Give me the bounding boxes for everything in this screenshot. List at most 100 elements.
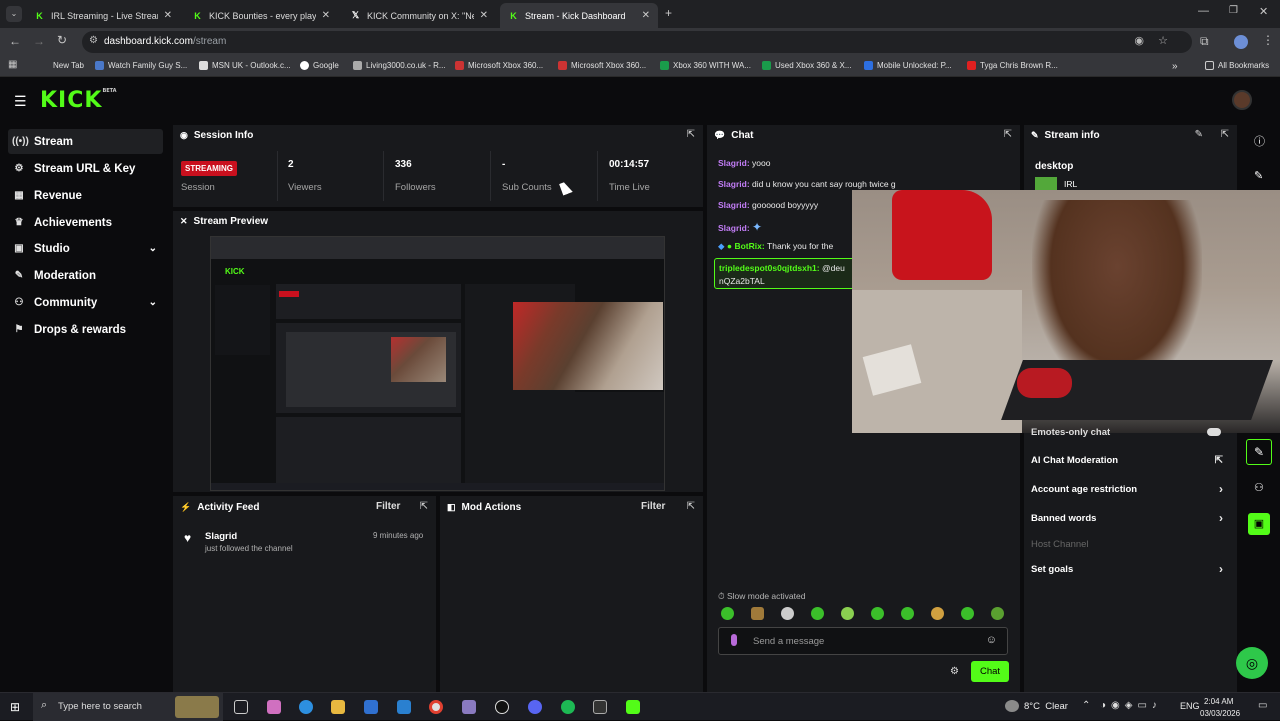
info-icon[interactable]: ⓘ — [1254, 133, 1265, 149]
banned-words-row[interactable]: Banned words › — [1031, 511, 1223, 525]
new-tab-icon[interactable]: + — [665, 6, 672, 20]
hamburger-menu-icon[interactable]: ☰ — [14, 93, 27, 110]
chat-username[interactable]: Slagrid — [718, 158, 747, 168]
tab-irl-streaming[interactable]: K IRL Streaming - Live Streams on ✕ — [26, 3, 180, 28]
sidebar-item-studio[interactable]: ▣ Studio ⌄ — [8, 236, 163, 261]
windows-start-icon[interactable]: ⊞ — [10, 700, 20, 714]
site-info-icon[interactable]: ⚙ — [89, 35, 98, 46]
mod-filter-button[interactable]: Filter — [641, 501, 665, 512]
chat-username[interactable]: BotRix — [734, 241, 761, 251]
account-age-restriction-row[interactable]: Account age restriction › — [1031, 482, 1223, 496]
minimize-icon[interactable]: — — [1198, 5, 1209, 17]
emoji-icon[interactable]: ☺ — [986, 634, 997, 646]
moderation-tool-icon[interactable]: ✎ — [1246, 439, 1272, 465]
community-tool-icon[interactable]: ⚇ — [1254, 481, 1264, 494]
tab-kick-community-x[interactable]: 𝕏 KICK Community on X: "New B ✕ — [342, 3, 496, 28]
sidebar-item-achievements[interactable]: ♛ Achievements — [8, 210, 163, 235]
discord-icon[interactable] — [528, 700, 542, 714]
bookmark-item[interactable]: Google — [300, 61, 339, 70]
bookmark-item[interactable]: Watch Family Guy S... — [95, 61, 187, 70]
bookmark-item[interactable]: New Tab — [40, 61, 84, 70]
edit-icon[interactable]: ✎ — [1254, 169, 1263, 182]
bookmark-item[interactable]: MSN UK - Outlook.c... — [199, 61, 291, 70]
emotes-only-chat-row[interactable]: Emotes-only chat — [1031, 427, 1221, 438]
set-goals-row[interactable]: Set goals › — [1031, 562, 1223, 576]
close-icon[interactable]: ✕ — [642, 10, 650, 21]
tab-kick-bounties[interactable]: K KICK Bounties - every player for ✕ — [184, 3, 338, 28]
bookmark-item[interactable]: Mobile Unlocked: P... — [864, 61, 952, 70]
file-explorer-icon[interactable] — [331, 700, 345, 714]
help-chat-button[interactable]: ◎ — [1236, 647, 1268, 679]
host-channel-row[interactable]: Host Channel — [1031, 539, 1221, 550]
tray-chevron-icon[interactable]: ⌃ — [1082, 700, 1090, 711]
tiktok-icon[interactable] — [495, 700, 509, 714]
bookmark-item[interactable]: Used Xbox 360 & X... — [762, 61, 852, 70]
kick-logo[interactable]: KICKBETA — [40, 88, 117, 113]
close-icon[interactable]: ✕ — [322, 10, 330, 21]
edit-pencil-icon[interactable]: ✎ — [1195, 129, 1203, 140]
weather-text[interactable]: 8°C Clear — [1024, 701, 1068, 712]
address-bar[interactable]: ⚙ dashboard.kick.com/stream ◉ ☆ — [82, 31, 1192, 53]
sidebar-item-drops-rewards[interactable]: ⚑ Drops & rewards — [8, 317, 163, 342]
activity-user[interactable]: Slagrid — [205, 531, 237, 542]
edge-icon[interactable] — [299, 700, 313, 714]
obs-icon[interactable] — [593, 700, 607, 714]
activity-filter-button[interactable]: Filter — [376, 501, 400, 512]
stream-preview-video[interactable]: KICK — [210, 236, 665, 491]
emote-icon[interactable] — [871, 607, 884, 620]
emote-icon[interactable] — [721, 607, 734, 620]
microphone-icon[interactable] — [731, 634, 737, 646]
eye-off-icon[interactable]: ◉ — [1134, 34, 1144, 47]
chat-settings-gear-icon[interactable]: ⚙ — [950, 666, 959, 677]
toggle-switch[interactable] — [1207, 428, 1221, 436]
chat-send-button[interactable]: Chat — [971, 661, 1009, 682]
popout-icon[interactable]: ⇱ — [420, 501, 428, 512]
emote-icon[interactable] — [961, 607, 974, 620]
popout-icon[interactable]: ⇱ — [1221, 129, 1229, 140]
bookmark-star-icon[interactable]: ☆ — [1158, 34, 1168, 47]
emote-icon[interactable] — [901, 607, 914, 620]
window-close-icon[interactable]: ✕ — [1259, 5, 1268, 18]
tab-kick-dashboard[interactable]: K Stream - Kick Dashboard ✕ — [500, 3, 658, 28]
kick-app-icon[interactable] — [626, 700, 640, 714]
chat-message-input[interactable]: Send a message ☺ — [718, 627, 1008, 655]
ai-chat-moderation-row[interactable]: AI Chat Moderation ⇱ — [1031, 455, 1223, 466]
clapperboard-icon[interactable]: ▣ — [1248, 513, 1270, 535]
language-indicator[interactable]: ENG — [1180, 701, 1200, 711]
clock-date[interactable]: 03/03/2026 — [1200, 709, 1240, 718]
tray-icons[interactable]: ◑◉◈▭♪ — [1100, 700, 1162, 711]
notification-icon[interactable]: ▭ — [1258, 700, 1267, 711]
sidebar-item-stream-url-key[interactable]: ⚙ Stream URL & Key — [8, 156, 163, 181]
extensions-icon[interactable]: ⧉ — [1200, 34, 1209, 49]
chrome-icon[interactable] — [429, 700, 443, 714]
sidebar-item-stream[interactable]: ((•)) Stream — [8, 129, 163, 154]
more-bookmarks-icon[interactable]: » — [1172, 61, 1178, 72]
copilot-icon[interactable] — [267, 700, 281, 714]
back-icon[interactable]: ← — [9, 34, 21, 48]
spotify-icon[interactable] — [561, 700, 575, 714]
clock-time[interactable]: 2:04 AM — [1204, 697, 1233, 706]
all-bookmarks[interactable]: All Bookmarks — [1205, 61, 1269, 70]
sidebar-item-community[interactable]: ⚇ Community ⌄ — [8, 290, 163, 315]
bookmark-item[interactable]: Tyga Chris Brown R... — [967, 61, 1058, 70]
restore-icon[interactable]: ❐ — [1229, 5, 1238, 16]
taskbar-search-box[interactable]: ⌕ Type here to search — [33, 693, 223, 721]
emote-icon[interactable] — [841, 607, 854, 620]
menu-dots-icon[interactable]: ⋮ — [1262, 33, 1274, 47]
chat-username[interactable]: Slagrid — [718, 179, 747, 189]
profile-avatar-icon[interactable] — [1234, 35, 1248, 49]
user-avatar[interactable] — [1232, 90, 1252, 110]
store-icon[interactable] — [364, 700, 378, 714]
bookmark-item[interactable]: Living3000.co.uk - R... — [353, 61, 446, 70]
popout-icon[interactable]: ⇱ — [687, 501, 695, 512]
outlook-icon[interactable] — [397, 700, 411, 714]
emote-icon[interactable] — [811, 607, 824, 620]
forward-icon[interactable]: → — [33, 34, 45, 48]
emote-icon[interactable] — [751, 607, 764, 620]
popout-icon[interactable]: ⇱ — [687, 129, 695, 140]
bookmark-item[interactable]: Xbox 360 WITH WA... — [660, 61, 751, 70]
task-view-icon[interactable] — [234, 700, 248, 714]
popout-icon[interactable]: ⇱ — [1004, 129, 1012, 140]
sidebar-item-revenue[interactable]: ▦ Revenue — [8, 183, 163, 208]
bookmark-item[interactable]: Microsoft Xbox 360... — [558, 61, 646, 70]
